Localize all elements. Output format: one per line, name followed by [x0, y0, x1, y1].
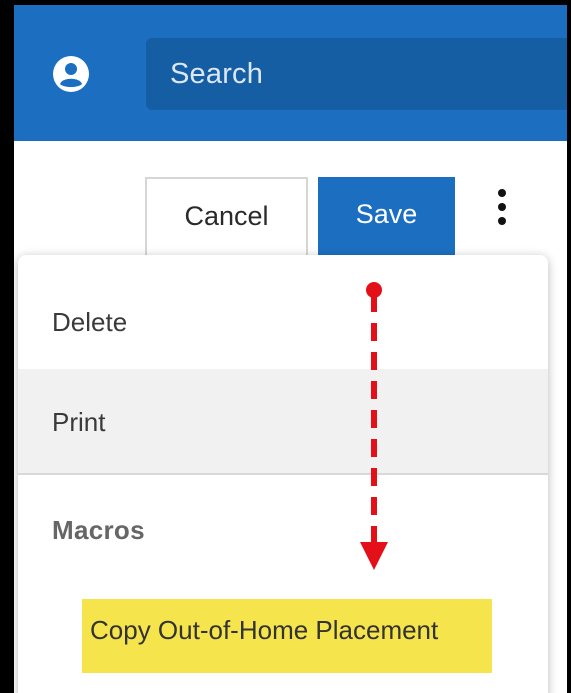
- menu-item-print[interactable]: Print: [18, 369, 548, 475]
- app-window: Search Cancel Save Delete Print Macros C…: [0, 0, 571, 693]
- annotation-arrow: [360, 282, 388, 570]
- menu-item-delete[interactable]: Delete: [18, 255, 548, 369]
- toolbar: Cancel Save: [14, 141, 567, 261]
- actions-menu: Delete Print Macros Copy Out-of-Home Pla…: [18, 255, 548, 693]
- save-button[interactable]: Save: [318, 177, 455, 257]
- search-placeholder: Search: [170, 58, 264, 90]
- cancel-button[interactable]: Cancel: [145, 177, 308, 257]
- macros-section-header: Macros: [52, 515, 145, 545]
- menu-item-copy-out-of-home-placement[interactable]: Copy Out-of-Home Placement: [82, 599, 492, 673]
- more-vertical-icon[interactable]: [492, 189, 512, 233]
- search-input[interactable]: Search: [146, 38, 567, 110]
- user-circle-icon[interactable]: [52, 55, 90, 93]
- app-bar: Search: [14, 5, 567, 141]
